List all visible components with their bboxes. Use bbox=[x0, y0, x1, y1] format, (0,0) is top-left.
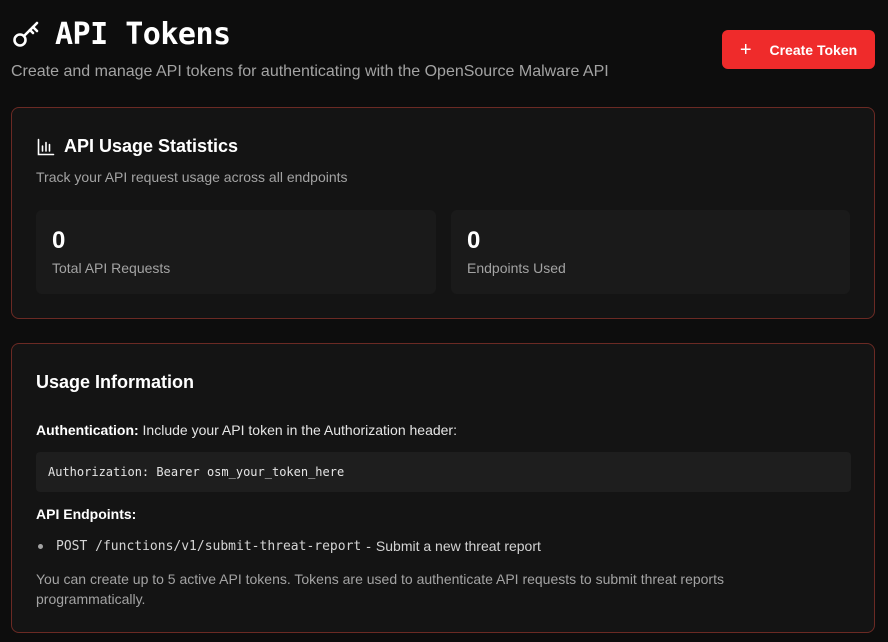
create-token-button[interactable]: + Create Token bbox=[722, 30, 875, 69]
stats-card-description: Track your API request usage across all … bbox=[36, 169, 348, 185]
list-item: POST /functions/v1/submit-threat-report … bbox=[36, 538, 541, 554]
page-header: API Tokens Create and manage API tokens … bbox=[11, 14, 877, 84]
stat-label: Total API Requests bbox=[52, 260, 171, 276]
usage-card-title: Usage Information bbox=[36, 372, 195, 392]
create-token-label: Create Token bbox=[769, 41, 858, 58]
endpoints-used-stat: 0 Endpoints Used bbox=[451, 210, 850, 294]
token-limit-note: You can create up to 5 active API tokens… bbox=[36, 571, 724, 607]
api-usage-statistics-card: API Usage Statistics Track your API requ… bbox=[11, 107, 875, 319]
usage-information-card: Usage Information Authentication: Includ… bbox=[11, 343, 875, 633]
key-icon bbox=[11, 18, 43, 50]
authentication-text: Include your API token in the Authorizat… bbox=[138, 422, 457, 438]
bullet-icon bbox=[38, 543, 43, 549]
page-title: API Tokens bbox=[55, 16, 231, 52]
endpoint-description: Submit a new threat report bbox=[375, 538, 541, 554]
stats-card-header: API Usage Statistics bbox=[36, 136, 238, 157]
authentication-line: Authentication: Include your API token i… bbox=[36, 422, 457, 438]
authorization-code-block: Authorization: Bearer osm_your_token_her… bbox=[36, 452, 851, 492]
total-api-requests-stat: 0 Total API Requests bbox=[36, 210, 436, 294]
authentication-label: Authentication: bbox=[36, 422, 139, 438]
stat-label: Endpoints Used bbox=[467, 260, 566, 276]
stats-card-title: API Usage Statistics bbox=[64, 136, 239, 156]
stat-value: 0 bbox=[467, 227, 481, 254]
endpoint-separator: - bbox=[366, 538, 371, 554]
stat-value: 0 bbox=[52, 227, 66, 254]
api-tokens-page: API Tokens Create and manage API tokens … bbox=[0, 0, 888, 642]
plus-icon: + bbox=[739, 38, 752, 61]
bar-chart-icon bbox=[36, 137, 56, 157]
endpoint-path: POST /functions/v1/submit-threat-report bbox=[56, 538, 362, 554]
api-endpoints-heading: API Endpoints: bbox=[36, 506, 137, 522]
